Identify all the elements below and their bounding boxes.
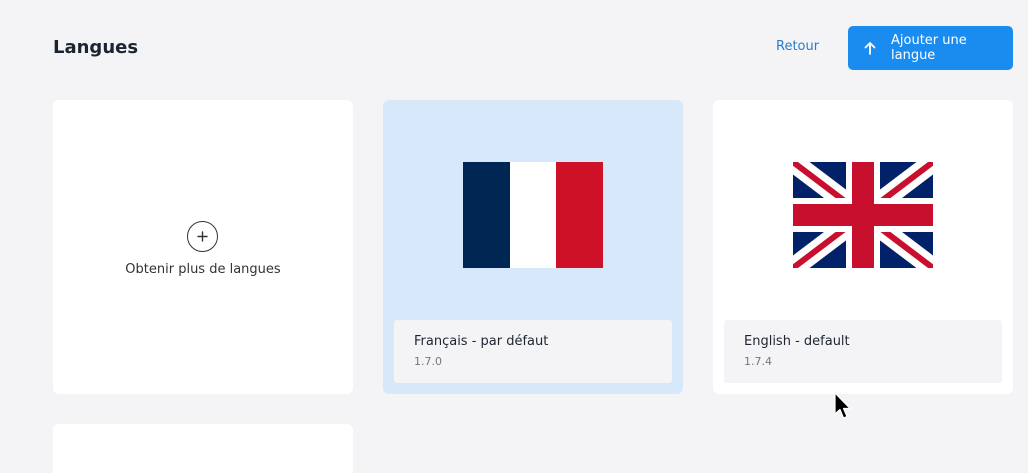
uk-flag-icon (793, 162, 933, 268)
france-flag-icon (463, 162, 603, 268)
language-version: 1.7.0 (414, 355, 442, 368)
mouse-cursor-icon (834, 392, 851, 419)
page-title: Langues (53, 37, 139, 58)
language-card-english[interactable]: English - default 1.7.4 (713, 100, 1013, 394)
language-version: 1.7.4 (744, 355, 772, 368)
language-name: English - default (744, 334, 850, 349)
get-more-languages-label: Obtenir plus de langues (125, 262, 281, 277)
add-language-label: Ajouter une langue (891, 33, 967, 63)
language-card-partial[interactable] (53, 424, 353, 473)
language-card-french[interactable]: Français - par défaut 1.7.0 (383, 100, 683, 394)
get-more-languages-card[interactable]: Obtenir plus de langues (53, 100, 353, 394)
languages-page: Langues Retour Ajouter une langue Obteni… (0, 0, 1028, 473)
language-info: Français - par défaut 1.7.0 (394, 320, 672, 383)
language-info: English - default 1.7.4 (724, 320, 1002, 383)
plus-circle-icon (187, 221, 218, 252)
language-name: Français - par défaut (414, 334, 549, 349)
back-button[interactable]: Retour (776, 39, 819, 54)
add-language-button[interactable]: Ajouter une langue (848, 26, 1013, 70)
upload-arrow-icon (863, 41, 877, 55)
